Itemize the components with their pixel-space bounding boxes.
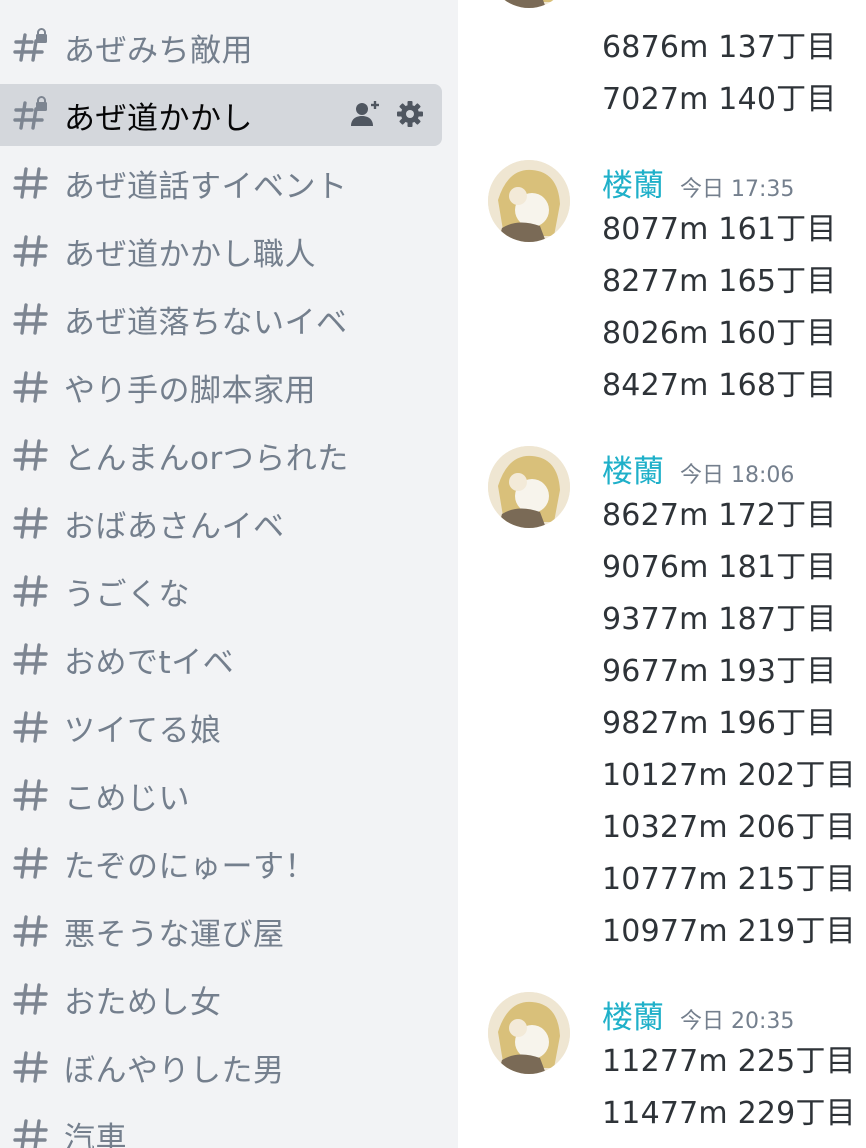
- message-line: 10127m 202丁目: [602, 758, 856, 793]
- channel-name: やり手の脚本家用: [64, 372, 316, 409]
- hash-icon: [12, 911, 52, 951]
- channel-name: とんまんorつられた: [64, 440, 349, 477]
- message-line: 10977m 219丁目: [602, 914, 856, 949]
- timestamp: 今日 17:35: [680, 177, 795, 202]
- message-line: 10777m 215丁目: [602, 862, 856, 897]
- hash-icon: [12, 639, 52, 679]
- hash-icon: [12, 435, 52, 475]
- message-line: 8427m 168丁目: [602, 368, 837, 403]
- channel-name: おばあさんイベ: [64, 508, 285, 545]
- locked-hash-icon: [12, 95, 52, 135]
- channel-item[interactable]: おためし女: [0, 968, 442, 1030]
- channel-name: たぞのにゅーす！: [64, 848, 316, 885]
- channel-name: あぜ道話すイベント: [64, 168, 348, 205]
- channel-item[interactable]: おめでtイベ: [0, 628, 442, 690]
- hash-icon: [12, 979, 52, 1019]
- hash-icon: [12, 843, 52, 883]
- channel-name: ぼんやりした男: [64, 1052, 285, 1089]
- message-line: 9827m 196丁目: [602, 706, 837, 741]
- hash-icon: [12, 1115, 52, 1148]
- message-line: 9076m 181丁目: [602, 550, 837, 585]
- hash-icon: [12, 231, 52, 271]
- message-line: 9377m 187丁目: [602, 602, 837, 637]
- channel-name: 悪そうな運び屋: [64, 916, 285, 953]
- hash-icon: [12, 707, 52, 747]
- channel-sidebar: あぜみち敵用 あぜ道かかし あぜ道話すイベント あぜ道かかし職人 あぜ道落ちない…: [0, 0, 458, 1148]
- channel-name: うごくな: [64, 576, 190, 613]
- channel-item[interactable]: やり手の脚本家用: [0, 356, 442, 418]
- channel-name: あぜ道かかし: [64, 100, 253, 137]
- channel-name: おめでtイベ: [64, 644, 235, 681]
- avatar[interactable]: [488, 992, 570, 1074]
- hash-icon: [12, 503, 52, 543]
- message-line: 11277m 225丁目: [602, 1044, 856, 1079]
- author-name[interactable]: 楼蘭: [602, 992, 664, 1037]
- avatar[interactable]: [488, 0, 570, 8]
- message-line: 7027m 140丁目: [602, 82, 837, 117]
- avatar[interactable]: [488, 446, 570, 528]
- hash-icon: [12, 163, 52, 203]
- channel-item[interactable]: こめじい: [0, 764, 442, 826]
- channel-item[interactable]: ぼんやりした男: [0, 1036, 442, 1098]
- channel-item[interactable]: たぞのにゅーす！: [0, 832, 442, 894]
- hash-icon: [12, 299, 52, 339]
- message-line: 9677m 193丁目: [602, 654, 837, 689]
- author-name[interactable]: 楼蘭: [602, 446, 664, 491]
- channel-actions: [350, 98, 424, 134]
- channel-name: こめじい: [64, 780, 190, 817]
- channel-item[interactable]: 悪そうな運び屋: [0, 900, 442, 962]
- message-line: 8277m 165丁目: [602, 264, 837, 299]
- hash-icon: [12, 1047, 52, 1087]
- channel-name: あぜみち敵用: [64, 32, 253, 69]
- message-header: 楼蘭 今日 20:35: [602, 992, 794, 1037]
- message-line: 8077m 161丁目: [602, 212, 837, 247]
- gear-icon[interactable]: [396, 100, 424, 132]
- avatar[interactable]: [488, 160, 570, 242]
- channel-item[interactable]: 汽車: [0, 1104, 442, 1148]
- message-line: 8627m 172丁目: [602, 498, 837, 533]
- channel-item-azemichi-kakashi[interactable]: あぜ道かかし: [0, 84, 442, 146]
- channel-item[interactable]: あぜ道話すイベント: [0, 152, 442, 214]
- author-name[interactable]: 楼蘭: [602, 160, 664, 205]
- channel-name: 汽車: [64, 1120, 127, 1148]
- timestamp: 今日 20:35: [680, 1009, 795, 1034]
- add-member-icon[interactable]: [350, 98, 382, 134]
- channel-item[interactable]: おばあさんイベ: [0, 492, 442, 554]
- message-line: 8026m 160丁目: [602, 316, 837, 351]
- channel-item-azemichi-enemy[interactable]: あぜみち敵用: [0, 16, 442, 78]
- channel-item[interactable]: あぜ道かかし職人: [0, 220, 442, 282]
- hash-icon: [12, 571, 52, 611]
- message-line: 6876m 137丁目: [602, 30, 837, 65]
- message-header: 楼蘭 今日 18:06: [602, 446, 794, 491]
- channel-name: ツイてる娘: [64, 712, 222, 749]
- timestamp: 今日 18:06: [680, 463, 795, 488]
- message-line: 11477m 229丁目: [602, 1096, 856, 1131]
- channel-name: おためし女: [64, 984, 222, 1021]
- channel-item[interactable]: あぜ道落ちないイベ: [0, 288, 442, 350]
- message-header: 楼蘭 今日 17:35: [602, 160, 794, 205]
- channel-item[interactable]: とんまんorつられた: [0, 424, 442, 486]
- hash-icon: [12, 775, 52, 815]
- message-line: 10327m 206丁目: [602, 810, 856, 845]
- channel-item[interactable]: うごくな: [0, 560, 442, 622]
- channel-name: あぜ道かかし職人: [64, 236, 316, 273]
- channel-name: あぜ道落ちないイベ: [64, 304, 348, 341]
- channel-item[interactable]: ツイてる娘: [0, 696, 442, 758]
- hash-icon: [12, 367, 52, 407]
- locked-hash-icon: [12, 27, 52, 67]
- message-list: 6876m 137丁目 7027m 140丁目 楼蘭 今日 17:35 8077…: [458, 0, 866, 1148]
